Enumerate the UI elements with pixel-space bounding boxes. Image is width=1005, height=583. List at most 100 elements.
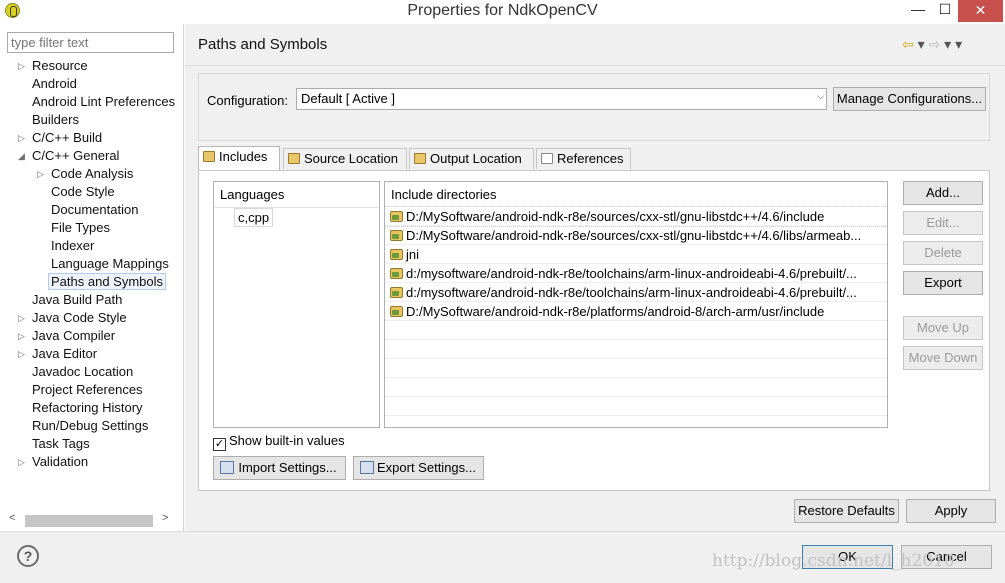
tab-label: References	[557, 151, 624, 166]
include-directory-row[interactable]: d:/mysoftware/android-ndk-r8e/toolchains…	[385, 283, 887, 302]
configuration-value: Default [ Active ]	[301, 91, 395, 106]
language-item[interactable]: c,cpp	[234, 208, 274, 227]
tree-item[interactable]: Code Style	[51, 183, 115, 201]
edit-button[interactable]: Edit...	[903, 211, 983, 235]
view-menu-icon[interactable]: ▾	[955, 36, 962, 52]
include-folder-icon	[390, 249, 403, 260]
forward-arrow-icon[interactable]: ⇨	[929, 36, 941, 52]
collapsed-arrow-icon[interactable]: ▷	[18, 327, 28, 345]
export-button[interactable]: Export	[903, 271, 983, 295]
include-directory-row[interactable]: D:/MySoftware/android-ndk-r8e/sources/cx…	[385, 206, 887, 227]
tree-item[interactable]: ▷ Resource	[18, 57, 88, 75]
tree-item[interactable]: ▷ Validation	[18, 453, 89, 471]
tree-item[interactable]: Refactoring History	[32, 399, 143, 417]
checkmark-icon[interactable]: ✓	[213, 438, 226, 451]
include-directory-path: d:/mysoftware/android-ndk-r8e/toolchains…	[406, 266, 857, 281]
import-settings-label: Import Settings...	[238, 460, 337, 475]
include-directory-row[interactable]: jni	[385, 245, 887, 264]
tree-item[interactable]: ▷ Java Code Style	[18, 309, 127, 327]
move-up-button[interactable]: Move Up	[903, 316, 983, 340]
tab-label: Source Location	[304, 151, 398, 166]
tree-item[interactable]: ▷ Java Editor	[18, 345, 97, 363]
tab-output-location[interactable]: Output Location	[409, 148, 534, 169]
apply-button[interactable]: Apply	[906, 499, 996, 523]
horizontal-scrollbar[interactable]: < >	[7, 512, 174, 528]
tree-item[interactable]: ▷ C/C++ Build	[18, 129, 103, 147]
include-directories-list[interactable]: Include directories D:/MySoftware/androi…	[384, 181, 888, 428]
tab-label: Includes	[219, 149, 268, 164]
maximize-button[interactable]: ☐	[930, 0, 960, 22]
back-arrow-icon[interactable]: ⇦	[902, 36, 914, 52]
tree-item[interactable]: ▷ Code Analysis	[37, 165, 133, 183]
empty-row[interactable]	[385, 321, 887, 340]
divider	[185, 65, 1005, 66]
tree-item[interactable]: Android	[32, 75, 77, 93]
tree-item-label: Refactoring History	[32, 400, 143, 415]
filter-input[interactable]	[7, 32, 174, 53]
include-folder-icon	[390, 306, 403, 317]
show-builtin-checkbox[interactable]: ✓ Show built-in values	[213, 433, 345, 451]
tab-references[interactable]: References	[536, 148, 631, 169]
collapsed-arrow-icon[interactable]: ▷	[37, 165, 47, 183]
include-directory-path: D:/MySoftware/android-ndk-r8e/sources/cx…	[406, 228, 862, 243]
close-button[interactable]: ✕	[958, 0, 1003, 22]
move-down-button[interactable]: Move Down	[903, 346, 983, 370]
scrollbar-thumb[interactable]	[25, 515, 153, 527]
scroll-right-icon[interactable]: >	[162, 512, 168, 524]
collapsed-arrow-icon[interactable]: ▷	[18, 57, 28, 75]
tab-source-location[interactable]: Source Location	[283, 148, 407, 169]
tree-item-label: Validation	[32, 454, 89, 469]
tab-includes[interactable]: Includes	[198, 146, 280, 170]
tree-item[interactable]: Java Build Path	[32, 291, 122, 309]
add-button[interactable]: Add...	[903, 181, 983, 205]
empty-row[interactable]	[385, 378, 887, 397]
restore-defaults-button[interactable]: Restore Defaults	[794, 499, 899, 523]
tree-item[interactable]: Builders	[32, 111, 79, 129]
tree-item[interactable]: File Types	[51, 219, 110, 237]
tree-item-label: C/C++ Build	[32, 130, 103, 145]
languages-list[interactable]: Languages c,cpp	[213, 181, 380, 428]
collapsed-arrow-icon[interactable]: ▷	[18, 129, 28, 147]
include-folder-icon	[390, 287, 403, 298]
include-folder-icon	[390, 230, 403, 241]
navigation-panel: ▷ Resource Android Android Lint Preferences…	[0, 24, 184, 531]
tree-item[interactable]: ◢ C/C++ General	[18, 147, 119, 165]
expanded-arrow-icon[interactable]: ◢	[18, 147, 28, 165]
tree-item[interactable]: Indexer	[51, 237, 94, 255]
back-dropdown-icon[interactable]: ▾	[918, 36, 925, 52]
include-directory-row[interactable]: d:/mysoftware/android-ndk-r8e/toolchains…	[385, 264, 887, 283]
tree-item[interactable]: Language Mappings	[51, 255, 169, 273]
include-folder-icon	[390, 268, 403, 279]
minimize-button[interactable]: —	[903, 0, 933, 22]
empty-row[interactable]	[385, 359, 887, 378]
include-directory-row[interactable]: D:/MySoftware/android-ndk-r8e/sources/cx…	[385, 226, 887, 245]
help-icon[interactable]: ?	[17, 545, 39, 567]
tree-item[interactable]: Run/Debug Settings	[32, 417, 148, 435]
tree-item[interactable]: Paths and Symbols	[48, 273, 167, 291]
configuration-select[interactable]: Default [ Active ] ⌵	[296, 88, 827, 110]
tree-item[interactable]: Android Lint Preferences	[32, 93, 175, 111]
scroll-left-icon[interactable]: <	[9, 512, 15, 524]
include-folder-icon	[390, 211, 403, 222]
collapsed-arrow-icon[interactable]: ▷	[18, 453, 28, 471]
collapsed-arrow-icon[interactable]: ▷	[18, 309, 28, 327]
tree-item-label: Java Compiler	[32, 328, 116, 343]
import-settings-button[interactable]: Import Settings...	[213, 456, 346, 480]
delete-button[interactable]: Delete	[903, 241, 983, 265]
export-settings-button[interactable]: Export Settings...	[353, 456, 484, 480]
manage-configurations-button[interactable]: Manage Configurations...	[833, 87, 986, 111]
tree-item-label: Javadoc Location	[32, 364, 134, 379]
tree-item[interactable]: Javadoc Location	[32, 363, 133, 381]
tree-item[interactable]: Task Tags	[32, 435, 90, 453]
include-directory-row[interactable]: D:/MySoftware/android-ndk-r8e/platforms/…	[385, 302, 887, 321]
collapsed-arrow-icon[interactable]: ▷	[18, 345, 28, 363]
tree-item[interactable]: ▷ Java Compiler	[18, 327, 116, 345]
tree-item[interactable]: Documentation	[51, 201, 138, 219]
empty-row[interactable]	[385, 340, 887, 359]
empty-row[interactable]	[385, 397, 887, 416]
include-directory-path: D:/MySoftware/android-ndk-r8e/platforms/…	[406, 304, 825, 319]
forward-dropdown-icon[interactable]: ▾	[944, 36, 951, 52]
tree-item[interactable]: Project References	[32, 381, 143, 399]
content-panel: Paths and Symbols ⇦ ▾ ⇨ ▾ ▾ Configuratio…	[185, 24, 1005, 531]
tab-label: Output Location	[430, 151, 522, 166]
